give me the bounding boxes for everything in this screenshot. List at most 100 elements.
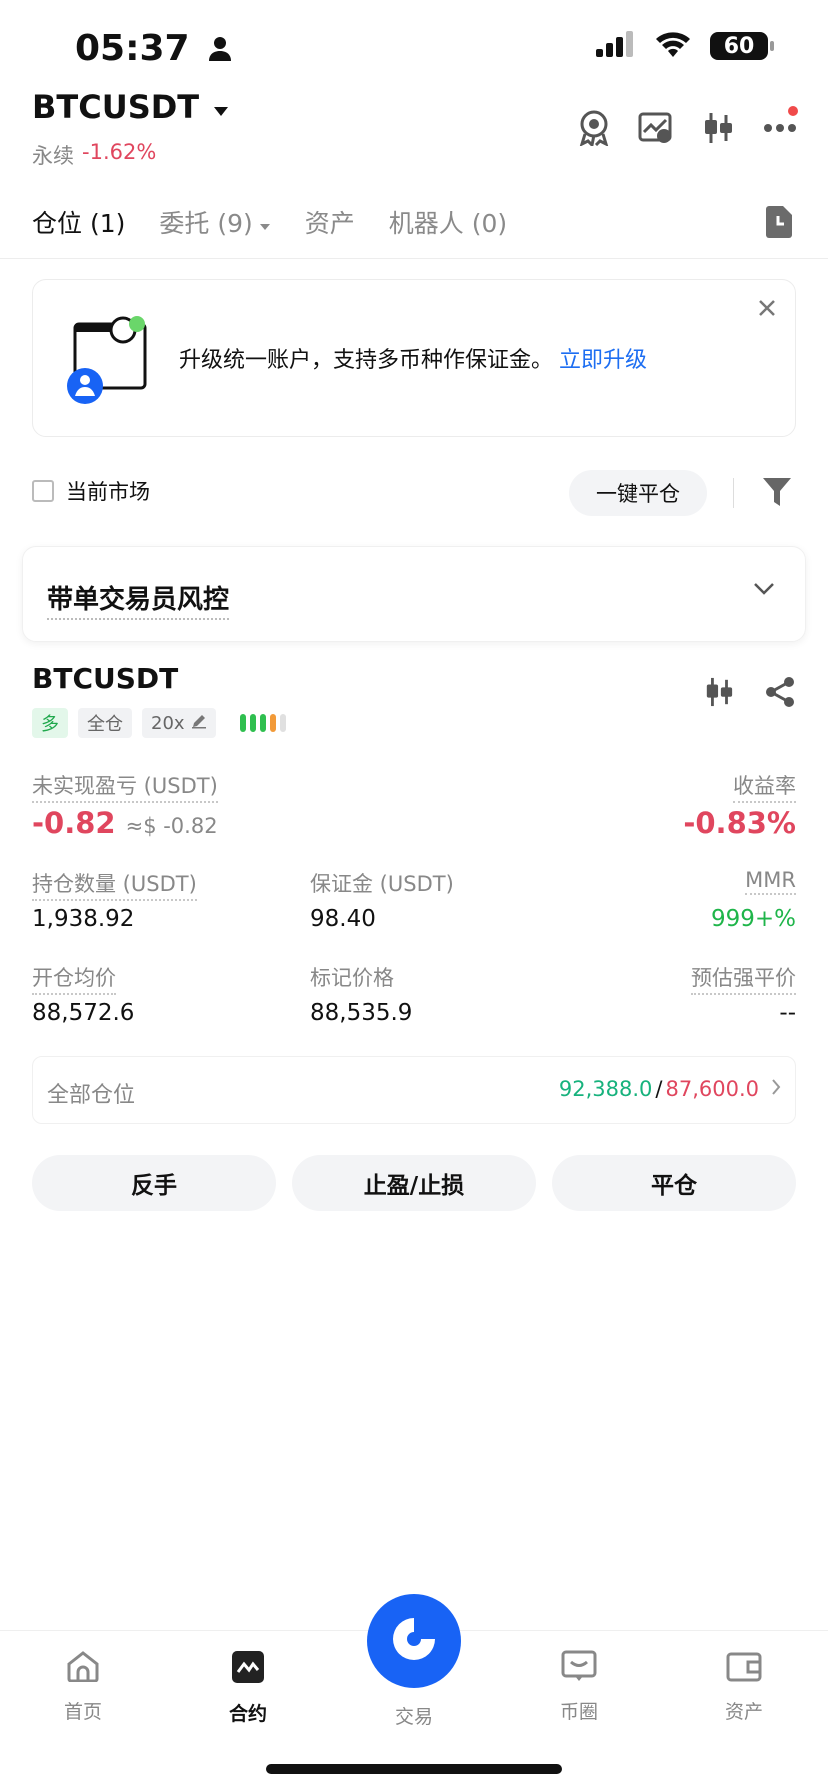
reverse-button[interactable]: 反手 [32,1155,276,1211]
roe-value: -0.83% [683,806,796,840]
margin-label: 保证金 (USDT) [310,872,454,896]
side-badge: 多 [32,708,68,738]
edit-icon [191,713,207,734]
current-market-label: 当前市场 [66,480,150,504]
community-icon [561,1650,597,1687]
tabs-divider [0,258,828,259]
notification-dot [788,106,798,116]
trade-fab[interactable] [367,1594,461,1688]
wifi-icon [654,30,692,62]
liq-price-label[interactable]: 预估强平价 [691,962,796,995]
caret-down-icon [213,88,229,126]
close-icon[interactable] [757,296,777,324]
all-positions-label: 全部仓位 [47,1083,136,1108]
nav-home[interactable]: 首页 [23,1650,143,1724]
risk-bar [239,714,246,732]
risk-section-title: 带单交易员风控 [47,579,230,620]
candlestick-icon[interactable] [704,676,734,712]
tab-positions[interactable]: 仓位 (1) [32,204,125,240]
risk-bar [269,714,276,732]
candlestick-icon[interactable] [700,110,736,146]
nav-community[interactable]: 币圈 [519,1650,639,1724]
mmr-value: 999+% [710,906,796,932]
long-total: 92,388.0 [558,1077,653,1101]
position-badges: 多 全仓 20x [32,708,286,738]
tab-orders-label: 委托 (9) [159,209,253,238]
header-actions [576,106,798,146]
tab-bots[interactable]: 机器人 (0) [389,204,507,240]
share-icon[interactable] [764,676,796,712]
wallet-icon [726,1650,762,1687]
medal-icon[interactable] [576,110,612,146]
home-icon [66,1650,100,1687]
signal-icon [596,31,636,61]
chevron-down-icon[interactable] [753,581,775,600]
unrealized-pnl-usd: ≈$ -0.82 [125,814,218,838]
current-market-filter[interactable]: 当前市场 [32,476,150,506]
unified-account-icon [63,310,149,410]
margin-mode-badge[interactable]: 全仓 [78,708,132,738]
symbol-subtitle: 永续 -1.62% [32,140,156,170]
nav-assets-label: 资产 [724,1701,763,1723]
mark-price-label: 标记价格 [310,966,394,990]
mark-price-value: 88,535.9 [310,1000,413,1026]
roe-label[interactable]: 收益率 [733,770,796,803]
chart-alert-icon[interactable] [638,110,674,146]
risk-bar [249,714,256,732]
contract-type: 永续 [32,144,74,168]
margin-value: 98.40 [310,906,376,932]
filter-icon[interactable] [762,476,792,512]
size-value: 1,938.92 [32,906,135,932]
size-label[interactable]: 持仓数量 (USDT) [32,868,197,901]
risk-level-bars [239,714,286,732]
trader-risk-section[interactable]: 带单交易员风控 [22,546,806,642]
banner-message: 升级统一账户，支持多币种作保证金。 立即升级 [179,342,647,374]
change-percent: -1.62% [82,140,157,164]
tab-assets[interactable]: 资产 [305,204,355,240]
position-tabs: 仓位 (1) 委托 (9) 资产 机器人 (0) [32,204,507,240]
home-indicator [266,1764,562,1774]
nav-assets[interactable]: 资产 [684,1650,804,1724]
trade-icon [387,1612,441,1670]
entry-price-label[interactable]: 开仓均价 [32,962,116,995]
value-separator: / [655,1077,663,1101]
mmr-label[interactable]: MMR [745,868,796,895]
current-market-checkbox[interactable] [32,480,54,502]
upgrade-banner: 升级统一账户，支持多币种作保证金。 立即升级 [32,279,796,437]
entry-price-value: 88,572.6 [32,1000,135,1026]
battery-icon: 60 [710,32,774,60]
symbol-title: BTCUSDT [32,88,200,126]
leverage-value: 20x [151,712,185,734]
tpsl-button[interactable]: 止盈/止损 [292,1155,536,1211]
filter-separator [733,478,734,508]
nav-futures-label: 合约 [228,1703,267,1725]
tab-orders[interactable]: 委托 (9) [159,204,270,240]
unrealized-pnl: -0.82 ≈$ -0.82 [32,806,218,840]
nav-home-label: 首页 [63,1701,102,1723]
status-time: 05:37 [75,28,232,71]
person-icon [208,30,232,71]
all-positions-values: 92,388.0/87,600.0 [559,1077,759,1101]
banner-text: 升级统一账户，支持多币种作保证金。 [179,348,554,373]
risk-bar [259,714,266,732]
close-all-button[interactable]: 一键平仓 [569,470,707,516]
nav-community-label: 币圈 [559,1701,598,1723]
position-symbol: BTCUSDT [32,662,179,695]
more-icon[interactable] [762,106,798,146]
history-doc-icon[interactable] [764,205,794,243]
caret-down-icon [259,208,271,237]
close-position-button[interactable]: 平仓 [552,1155,796,1211]
short-total: 87,600.0 [665,1077,759,1101]
battery-level: 60 [723,33,755,59]
symbol-selector[interactable]: BTCUSDT [32,88,229,126]
liq-price-value: -- [779,1000,796,1026]
upgrade-link[interactable]: 立即升级 [559,348,647,373]
leverage-badge[interactable]: 20x [142,708,216,738]
unrealized-pnl-label[interactable]: 未实现盈亏 (USDT) [32,770,218,803]
nav-trade-label: 交易 [394,1706,433,1728]
nav-futures[interactable]: 合约 [188,1650,308,1726]
unrealized-pnl-value: -0.82 [32,806,116,840]
position-actions [704,676,796,712]
all-positions-row[interactable]: 全部仓位 92,388.0/87,600.0 [32,1056,796,1124]
status-icons: 60 [596,30,774,62]
